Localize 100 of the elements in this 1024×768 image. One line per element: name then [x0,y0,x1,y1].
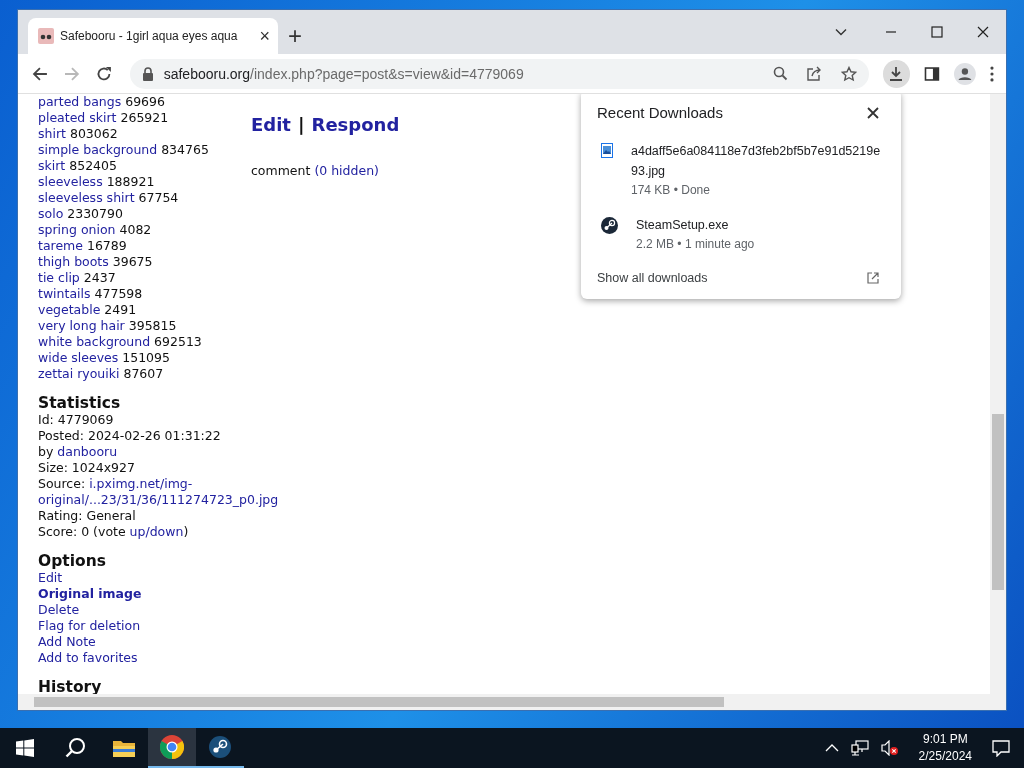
option-link[interactable]: Delete [38,602,80,617]
tag-link[interactable]: vegetable [38,302,101,317]
tag-link[interactable]: pleated skirt [38,110,117,125]
notification-icon[interactable] [992,739,1010,757]
chevron-up-icon[interactable] [824,743,839,753]
muted-speaker-icon[interactable] [880,740,899,756]
tag-count: 188921 [105,174,155,189]
zoom-icon[interactable] [772,66,788,81]
download-icon [888,65,905,82]
downloads-button[interactable] [882,59,911,88]
tag-count: 477598 [93,286,143,301]
search-icon [65,737,87,759]
tag-count: 39675 [111,254,153,269]
clock-time[interactable]: 9:01 PM [922,731,968,748]
folder-icon [113,738,135,758]
back-icon[interactable] [32,65,48,82]
statistic-text: by danbooru [38,444,119,460]
download-status: 2.2 MB • 1 minute ago [636,236,756,253]
image-file-icon [601,143,613,158]
tag-count: 87607 [122,366,164,381]
tag-link[interactable]: thigh boots [38,254,109,269]
external-link-icon[interactable] [867,272,879,284]
tag-link[interactable]: simple background [38,142,158,157]
tag-count: 803062 [68,126,118,141]
tag-count: 151095 [121,350,170,365]
download-item[interactable]: a4daff5e6a084118e7d3feb2bf5b7e91d5219e93.jpg 174 KB • Done [581,133,901,207]
share-icon[interactable] [805,66,823,81]
statistic-link[interactable]: up/down [129,524,184,539]
tag-link[interactable]: tareme [38,238,83,253]
statistic-text: Rating: General [38,508,137,524]
chrome-taskbar-button[interactable] [148,728,196,768]
tag-link[interactable]: skirt [38,158,66,173]
download-status: 174 KB • Done [631,182,711,199]
statistic-text: Size: 1024x927 [38,460,136,476]
tag-count: 69696 [124,94,165,109]
network-icon[interactable] [850,740,869,756]
new-tab-button[interactable]: + [288,24,302,48]
tag-count: 265921 [119,110,169,125]
tag-link[interactable]: zettai ryouiki [38,366,120,381]
tag-count: 2437 [82,270,116,285]
close-icon[interactable] [977,26,989,38]
browser-logo-icon [160,735,184,759]
statistic-link[interactable]: danbooru [57,444,118,459]
reload-icon[interactable] [95,65,112,82]
file-name: SteamSetup.exe [636,217,730,234]
tag-count: 692513 [153,334,202,349]
tag-link[interactable]: spring onion [38,222,116,237]
download-item[interactable]: SteamSetup.exe 2.2 MB • 1 minute ago [581,207,901,261]
option-link[interactable]: Add to favorites [38,650,138,665]
comment-label: comment [251,163,312,178]
star-icon[interactable] [840,65,857,82]
tag-count: 395815 [127,318,177,333]
favicon-icon [38,28,54,44]
start-icon[interactable] [16,739,34,757]
tag-link[interactable]: solo [38,206,64,221]
tag-link[interactable]: white background [38,334,151,349]
steam-icon [601,217,618,234]
tag-link[interactable]: parted bangs [38,94,122,109]
browser-tab[interactable]: Safebooru - 1girl aqua eyes aqua × [28,18,278,54]
steam-icon [208,735,232,759]
menu-icon[interactable] [990,65,994,82]
tag-count: 67754 [137,190,179,205]
maximize-icon[interactable] [931,26,943,38]
section-heading: Statistics [38,394,122,412]
clock-date[interactable]: 2/25/2024 [918,748,972,765]
tag-count: 2491 [103,302,137,317]
option-link[interactable]: Add Note [38,634,96,649]
section-heading: Options [38,552,107,570]
tag-link[interactable]: tie clip [38,270,80,285]
option-link[interactable]: Flag for deletion [38,618,141,633]
separator-text: | [297,113,305,137]
respond-link[interactable]: Respond [311,113,400,137]
close-icon[interactable] [867,106,879,119]
tag-link[interactable]: wide sleeves [38,350,119,365]
statistic-text: Score: 0 (vote up/down) [38,524,190,540]
option-link[interactable]: Original image [38,586,142,601]
option-link[interactable]: Edit [38,570,63,585]
statistic-text: Posted: 2024-02-26 01:31:22 [38,428,222,444]
vertical-scrollbar[interactable] [990,94,1006,694]
horizontal-scrollbar[interactable] [18,694,1006,710]
tag-link[interactable]: shirt [38,126,66,141]
lock-icon [141,66,154,81]
tag-count: 834765 [160,142,209,157]
show-all-downloads-link[interactable]: Show all downloads [597,271,708,285]
address-bar[interactable]: safebooru.org/index.php?page=post&s=view&id=4779069 [129,58,869,89]
tag-link[interactable]: very long hair [38,318,125,333]
tag-link[interactable]: twintails [38,286,91,301]
edit-link[interactable]: Edit [251,113,291,137]
tag-link[interactable]: sleeveless [38,174,103,189]
side-panel-icon[interactable] [924,65,941,82]
tag-count: 2330790 [66,206,123,221]
popup-title: Recent Downloads [597,104,723,121]
profile-icon[interactable] [954,62,977,85]
file-name: a4daff5e6a084118e7d3feb2bf5b7e91d5219e93.jpg [631,143,881,180]
tag-link[interactable]: sleeveless shirt [38,190,135,205]
url-text: safebooru.org/index.php?page=post&s=view&id=4779069 [163,65,524,82]
hidden-comments-link[interactable]: (0 hidden) [314,163,379,178]
close-tab-button[interactable]: × [259,25,270,47]
statistic-text: Id: 4779069 [38,412,115,428]
source-text: Source: i.pximg.net/img-original/...23/31/36/111274723_p0.jpg [38,476,280,508]
